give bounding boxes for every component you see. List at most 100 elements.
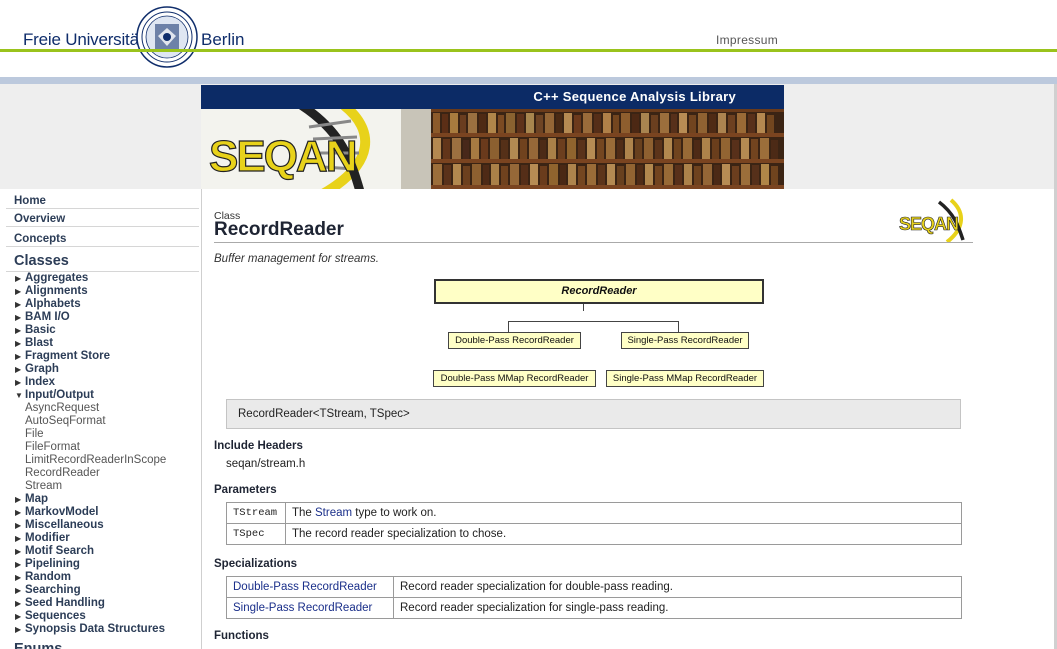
table-row: TStream The Stream type to work on. [226,502,962,524]
university-name-left[interactable]: Freie Universität [23,30,144,50]
section-heading-include-headers: Include Headers [214,440,303,452]
triangle-right-icon[interactable]: ▶ [15,337,21,350]
hierarchy-node-root: RecordReader [434,279,764,304]
include-header-file: seqan/stream.h [226,458,306,470]
sidebar-category-label: Graph [25,363,59,375]
university-name-right[interactable]: Berlin [201,30,244,50]
hierarchy-node-double-pass-mmap[interactable]: Double-Pass MMap RecordReader [433,370,596,387]
parameter-description-text: The [292,507,316,519]
main-content: Class RecordReader SEQAN Buffer manageme… [202,189,1054,649]
sidebar-link-overview[interactable]: Overview [6,209,199,227]
sidebar-link-home[interactable]: Home [6,191,199,209]
sidebar-subitem[interactable]: Stream [0,480,201,493]
triangle-right-icon[interactable]: ▶ [15,584,21,597]
class-signature: RecordReader<TStream, TSpec> [226,399,961,429]
sidebar-category-label: Basic [25,324,56,336]
triangle-right-icon[interactable]: ▶ [15,376,21,389]
triangle-right-icon[interactable]: ▶ [15,285,21,298]
table-row: Single-Pass RecordReader Record reader s… [226,597,962,619]
sidebar-subitem[interactable]: FileFormat [0,441,201,454]
triangle-right-icon[interactable]: ▶ [15,597,21,610]
sidebar-category-item[interactable]: ▶ BAM I/O [0,311,201,324]
parameters-table: TStream The Stream type to work on. TSpe… [226,502,962,545]
sidebar-category-item[interactable]: ▶ Pipelining [0,558,201,571]
diagram-connector [583,304,584,311]
sidebar-category-item[interactable]: ▶ Synopsis Data Structures [0,623,201,636]
university-seal-logo[interactable] [136,6,198,68]
impressum-link[interactable]: Impressum [716,33,778,47]
hierarchy-node-single-pass[interactable]: Single-Pass RecordReader [621,332,749,349]
triangle-right-icon[interactable]: ▶ [15,350,21,363]
sidebar-category-label: Input/Output [25,389,94,401]
section-heading-functions: Functions [214,630,269,642]
specialization-link-double-pass[interactable]: Double-Pass RecordReader [233,581,377,593]
sidebar-category-label: Synopsis Data Structures [25,623,165,635]
sidebar-category-item[interactable]: ▶ Random [0,571,201,584]
triangle-right-icon[interactable]: ▶ [15,571,21,584]
sidebar-heading-classes[interactable]: Classes [14,253,201,269]
sidebar-category-item[interactable]: ▶ Modifier [0,532,201,545]
sidebar-category-item[interactable]: ▶ Searching [0,584,201,597]
sidebar-category-item[interactable]: ▶ Blast [0,337,201,350]
sidebar-category-label: Alignments [25,285,88,297]
sidebar-category-item[interactable]: ▶ Basic [0,324,201,337]
sidebar-subitem[interactable]: RecordReader [0,467,201,480]
triangle-right-icon[interactable]: ▶ [15,506,21,519]
sidebar-category-label: Alphabets [25,298,81,310]
sidebar-subitem[interactable]: AutoSeqFormat [0,415,201,428]
section-heading-specializations: Specializations [214,558,298,570]
sidebar-link-concepts[interactable]: Concepts [6,229,199,247]
university-header: Freie Universität Berlin Impressum [0,0,1057,78]
triangle-right-icon[interactable]: ▶ [15,493,21,506]
sidebar-category-label: Sequences [25,610,86,622]
parameter-description: The Stream type to work on. [285,502,962,524]
seqan-small-logo[interactable]: SEQAN [899,198,973,242]
sidebar-category-item[interactable]: ▶ Sequences [0,610,201,623]
diagram-connector [508,321,679,322]
parameter-description-text: The record reader specialization to chos… [292,528,507,540]
sidebar-category-item[interactable]: ▶ Alphabets [0,298,201,311]
triangle-right-icon[interactable]: ▶ [15,519,21,532]
triangle-right-icon[interactable]: ▶ [15,545,21,558]
hierarchy-node-double-pass[interactable]: Double-Pass RecordReader [448,332,581,349]
sidebar-category-label: Seed Handling [25,597,105,609]
sidebar-category-item[interactable]: ▶ Alignments [0,285,201,298]
sidebar-subitem[interactable]: File [0,428,201,441]
sidebar-category-label: Fragment Store [25,350,110,362]
specialization-link-single-pass[interactable]: Single-Pass RecordReader [233,602,372,614]
sidebar-category-item[interactable]: ▶ Index [0,376,201,389]
specialization-cell: Single-Pass RecordReader [226,597,394,619]
header-band [0,77,1057,84]
triangle-right-icon[interactable]: ▶ [15,324,21,337]
triangle-right-icon[interactable]: ▶ [15,623,21,636]
triangle-right-icon[interactable]: ▶ [15,558,21,571]
triangle-right-icon[interactable]: ▶ [15,272,21,285]
sidebar-category-label: Blast [25,337,54,349]
sidebar-category-item[interactable]: ▼ Input/Output [0,389,201,402]
sidebar-category-item[interactable]: ▶ Graph [0,363,201,376]
sidebar-heading-enums[interactable]: Enums [14,641,201,649]
sidebar-category-item[interactable]: ▶ Aggregates [0,272,201,285]
sidebar-category-item[interactable]: ▶ Miscellaneous [0,519,201,532]
triangle-right-icon[interactable]: ▶ [15,363,21,376]
triangle-right-icon[interactable]: ▶ [15,610,21,623]
sidebar-category-item[interactable]: ▶ Fragment Store [0,350,201,363]
parameter-name: TSpec [226,523,286,545]
sidebar-category-item[interactable]: ▶ Map [0,493,201,506]
sidebar-category-label: MarkovModel [25,506,99,518]
sidebar-subitem[interactable]: LimitRecordReaderInScope [0,454,201,467]
sidebar-category-label: Modifier [25,532,70,544]
sidebar-category-label: Miscellaneous [25,519,104,531]
stream-link[interactable]: Stream [315,507,352,519]
triangle-right-icon[interactable]: ▶ [15,532,21,545]
sidebar-nav: Home Overview Concepts Classes ▶ Aggregat… [0,189,202,649]
triangle-right-icon[interactable]: ▶ [15,311,21,324]
sidebar-category-item[interactable]: ▶ Seed Handling [0,597,201,610]
sidebar-subitem[interactable]: AsyncRequest [0,402,201,415]
sidebar-category-item[interactable]: ▶ MarkovModel [0,506,201,519]
triangle-down-icon[interactable]: ▼ [15,389,23,402]
hierarchy-node-single-pass-mmap[interactable]: Single-Pass MMap RecordReader [606,370,764,387]
sidebar-category-item[interactable]: ▶ Motif Search [0,545,201,558]
seqan-logo-text: SEQAN [209,132,355,181]
triangle-right-icon[interactable]: ▶ [15,298,21,311]
